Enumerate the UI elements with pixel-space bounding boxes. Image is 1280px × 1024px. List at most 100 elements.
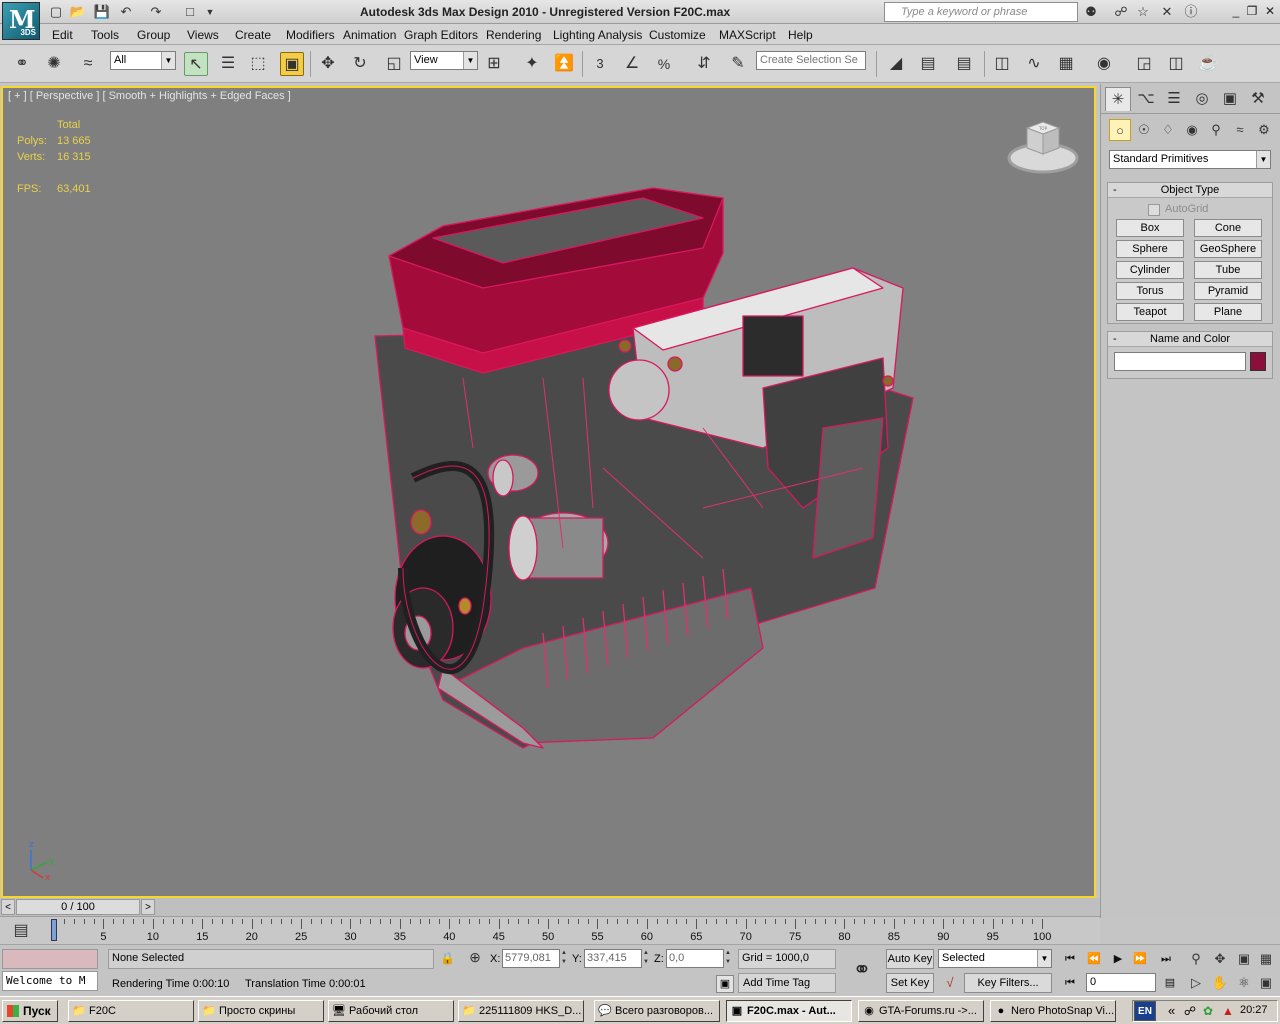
go-to-end-icon[interactable]: ⏭ xyxy=(1156,949,1176,969)
menu-edit[interactable]: Edit xyxy=(52,28,73,42)
menu-group[interactable]: Group xyxy=(137,28,170,42)
zoom-all-icon[interactable]: ✥ xyxy=(1210,949,1230,969)
orbit-icon[interactable]: ⚛ xyxy=(1234,973,1254,993)
engine-3d-model[interactable] xyxy=(3,88,1094,896)
align-icon[interactable]: ▤ xyxy=(916,52,940,76)
maximize-viewport-icon[interactable]: ▣ xyxy=(1256,973,1276,993)
field-of-view-icon[interactable]: ▷ xyxy=(1186,973,1206,993)
box-button[interactable]: Box xyxy=(1116,219,1184,237)
window-crossing-icon[interactable]: ▣ xyxy=(280,52,304,76)
menu-create[interactable]: Create xyxy=(235,28,271,42)
menu-lighting-analysis[interactable]: Lighting Analysis xyxy=(553,28,642,42)
absolute-transform-icon[interactable]: ⊕ xyxy=(466,949,484,967)
auto-key-button[interactable]: Auto Key xyxy=(886,949,934,969)
restore-icon[interactable]: ❐ xyxy=(1244,3,1260,19)
pivot-point-icon[interactable]: ⊞ xyxy=(482,52,506,76)
taskbar-item-firefox[interactable]: ◉ GTA-Forums.ru ->... xyxy=(858,1000,984,1022)
taskbar-item-hks[interactable]: 📁 225111809 HKS_D... xyxy=(458,1000,584,1022)
maxscript-listener-output[interactable] xyxy=(2,949,98,969)
schematic-view-icon[interactable]: ▦ xyxy=(1054,52,1078,76)
named-selection-input[interactable]: Create Selection Se xyxy=(756,51,866,70)
search-input[interactable]: Type a keyword or phrase xyxy=(884,2,1078,22)
render-production-icon[interactable]: ☕ xyxy=(1196,52,1220,76)
help-icon[interactable]: ⓘ xyxy=(1180,3,1202,21)
application-button[interactable]: M 3DS xyxy=(2,2,40,40)
project-icon[interactable]: □ xyxy=(180,3,200,21)
material-editor-icon[interactable]: ◉ xyxy=(1092,52,1116,76)
tray-expand-icon[interactable]: « xyxy=(1168,1003,1175,1018)
object-color-swatch[interactable] xyxy=(1250,352,1266,371)
torus-button[interactable]: Torus xyxy=(1116,282,1184,300)
menu-help[interactable]: Help xyxy=(788,28,813,42)
motion-tab-icon[interactable]: ◎ xyxy=(1189,87,1215,111)
taskbar-item-screens[interactable]: 📁 Просто скрины xyxy=(198,1000,324,1022)
reference-coordinate-dropdown[interactable]: View ▼ xyxy=(410,51,478,70)
maxscript-listener-input[interactable]: Welcome to M xyxy=(2,971,98,991)
new-icon[interactable]: ▢ xyxy=(46,3,66,21)
object-name-input[interactable] xyxy=(1114,352,1246,371)
mirror-icon[interactable]: ◢ xyxy=(884,52,908,76)
antivirus-icon[interactable]: ✿ xyxy=(1200,1003,1216,1019)
rendered-frame-window-icon[interactable]: ◫ xyxy=(1164,52,1188,76)
time-tag-icon[interactable]: ▣ xyxy=(716,975,734,993)
viewcube[interactable]: TOP xyxy=(1005,118,1081,178)
cylinder-button[interactable]: Cylinder xyxy=(1116,261,1184,279)
binoculars-icon[interactable]: ⚉ xyxy=(1080,3,1102,21)
save-icon[interactable]: 💾 xyxy=(92,3,112,21)
minimize-icon[interactable]: _ xyxy=(1228,3,1244,19)
taskbar-item-3dsmax[interactable]: ▣ F20C.max - Aut... xyxy=(726,1000,852,1022)
snaps-toggle-icon[interactable]: 3 xyxy=(588,52,612,76)
time-slider-thumb[interactable]: 0 / 100 xyxy=(16,899,140,915)
angle-snap-icon[interactable]: ∠ xyxy=(620,52,644,76)
object-type-rollout-header[interactable]: - Object Type xyxy=(1108,183,1272,198)
lights-icon[interactable]: ♢ xyxy=(1157,119,1179,141)
unlink-icon[interactable]: ✺ xyxy=(42,52,66,76)
sphere-button[interactable]: Sphere xyxy=(1116,240,1184,258)
key-mode-dropdown[interactable]: Selected ▼ xyxy=(938,949,1052,968)
geometry-icon[interactable]: ○ xyxy=(1109,119,1131,141)
menu-customize[interactable]: Customize xyxy=(649,28,706,42)
helpers-icon[interactable]: ⚲ xyxy=(1205,119,1227,141)
pyramid-button[interactable]: Pyramid xyxy=(1194,282,1262,300)
next-frame-icon[interactable]: ⏩ xyxy=(1130,949,1150,969)
graphite-ribbon-icon[interactable]: ◫ xyxy=(990,52,1014,76)
time-configuration-icon[interactable]: ▤ xyxy=(1160,973,1180,993)
edit-named-selection-icon[interactable]: ✎ xyxy=(726,52,750,76)
modify-tab-icon[interactable]: ⌥ xyxy=(1133,87,1159,111)
bind-space-warp-icon[interactable]: ≈ xyxy=(76,52,100,76)
menu-tools[interactable]: Tools xyxy=(91,28,119,42)
menu-rendering[interactable]: Rendering xyxy=(486,28,541,42)
select-object-icon[interactable]: ↖ xyxy=(184,52,208,76)
plane-button[interactable]: Plane xyxy=(1194,303,1262,321)
selection-lock-icon[interactable]: 🔒 xyxy=(440,951,455,965)
time-slider-next-button[interactable]: > xyxy=(141,899,155,915)
cone-button[interactable]: Cone xyxy=(1194,219,1262,237)
mini-curve-editor-icon[interactable]: ▤ xyxy=(6,920,36,942)
start-button[interactable]: Пуск xyxy=(2,1000,58,1022)
menu-animation[interactable]: Animation xyxy=(343,28,396,42)
select-and-link-icon[interactable]: ⚭ xyxy=(10,52,34,76)
subscription-icon[interactable]: ☍ xyxy=(1110,3,1132,21)
go-to-start-icon[interactable]: ⏮ xyxy=(1060,949,1080,969)
menu-graph-editors[interactable]: Graph Editors xyxy=(404,28,478,42)
current-frame-marker[interactable] xyxy=(51,919,57,941)
cameras-icon[interactable]: ◉ xyxy=(1181,119,1203,141)
display-tab-icon[interactable]: ▣ xyxy=(1217,87,1243,111)
menu-views[interactable]: Views xyxy=(187,28,219,42)
primitive-category-dropdown[interactable]: Standard Primitives ▼ xyxy=(1109,150,1271,169)
z-spinner-icon[interactable]: ▲ ▼ xyxy=(724,949,732,968)
comm-center-icon[interactable]: ✕ xyxy=(1156,3,1178,21)
quick-access-dropdown-icon[interactable]: ▼ xyxy=(200,3,220,21)
current-frame-field[interactable]: 0 xyxy=(1086,973,1156,992)
utilities-tab-icon[interactable]: ⚒ xyxy=(1245,87,1271,111)
security-icon[interactable]: ▲ xyxy=(1220,1003,1236,1019)
taskbar-item-chat[interactable]: 💬 Всего разговоров... xyxy=(594,1000,720,1022)
taskbar-item-f20c[interactable]: 📁 F20C xyxy=(68,1000,194,1022)
autogrid-checkbox[interactable] xyxy=(1148,204,1160,216)
z-coord-field[interactable]: 0,0 xyxy=(666,949,724,968)
y-spinner-icon[interactable]: ▲ ▼ xyxy=(642,949,650,968)
zoom-extents-all-icon[interactable]: ▦ xyxy=(1256,949,1276,969)
default-tangents-icon[interactable]: √ xyxy=(938,973,962,993)
layer-manager-icon[interactable]: ▤ xyxy=(952,52,976,76)
select-and-rotate-icon[interactable]: ↻ xyxy=(348,52,372,76)
